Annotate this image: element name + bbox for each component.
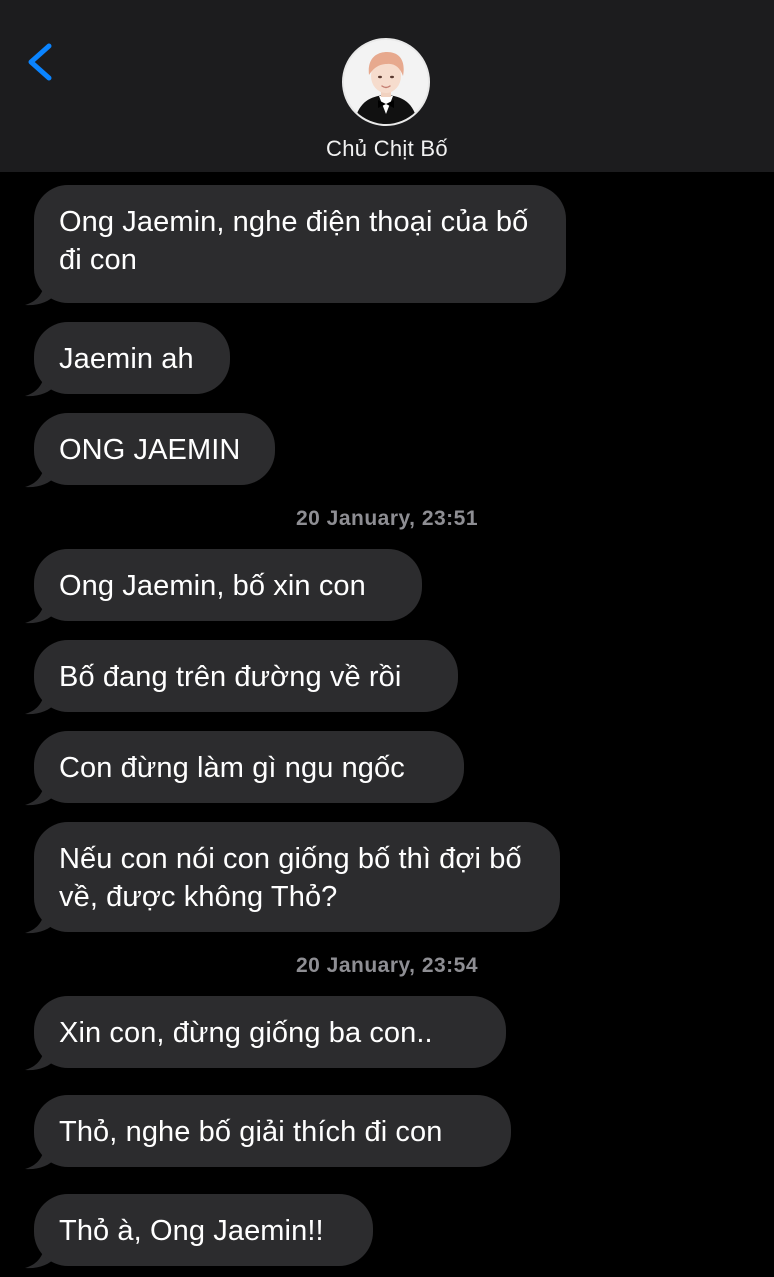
message-text: Xin con, đừng giống ba con.. <box>59 1017 433 1049</box>
back-button[interactable] <box>22 38 62 86</box>
message-text: Ong Jaemin, bố xin con <box>59 570 366 602</box>
message-list[interactable]: Ong Jaemin, nghe điện thoại của bố đi co… <box>0 172 774 1277</box>
message-bubble[interactable]: Bố đang trên đường về rồi <box>34 640 458 712</box>
message-text: Bố đang trên đường về rồi <box>59 661 402 693</box>
message-bubble[interactable]: Ong Jaemin, nghe điện thoại của bố đi co… <box>34 185 566 303</box>
message-text: Thỏ à, Ong Jaemin!! <box>59 1215 324 1247</box>
message-bubble[interactable]: Con đừng làm gì ngu ngốc <box>34 731 464 803</box>
message-text: Ong Jaemin, nghe điện thoại của bố đi co… <box>59 206 529 276</box>
timestamp: 20 January, 23:54 <box>295 954 479 977</box>
message-bubble[interactable]: Thỏ à, Ong Jaemin!! <box>34 1194 373 1266</box>
message-bubble[interactable]: Ong Jaemin, bố xin con <box>34 549 422 621</box>
contact-name[interactable]: Chủ Chịt Bố <box>0 136 774 162</box>
message-bubble[interactable]: Xin con, đừng giống ba con.. <box>34 996 506 1068</box>
message-text: Con đừng làm gì ngu ngốc <box>59 752 405 784</box>
contact-avatar[interactable] <box>342 38 430 126</box>
message-text: ONG JAEMIN <box>59 434 241 466</box>
conversation-header: Chủ Chịt Bố <box>0 0 774 172</box>
message-bubble[interactable]: ONG JAEMIN <box>34 413 275 485</box>
message-bubble[interactable]: Jaemin ah <box>34 322 230 394</box>
chevron-left-icon <box>28 43 52 81</box>
message-text: Jaemin ah <box>59 343 194 375</box>
timestamp: 20 January, 23:51 <box>295 507 479 530</box>
message-text: Nếu con nói con giống bố thì đợi bố về, … <box>59 843 522 913</box>
message-text: Thỏ, nghe bố giải thích đi con <box>59 1116 443 1148</box>
message-bubble[interactable]: Thỏ, nghe bố giải thích đi con <box>34 1095 511 1167</box>
message-bubble[interactable]: Nếu con nói con giống bố thì đợi bố về, … <box>34 822 560 932</box>
